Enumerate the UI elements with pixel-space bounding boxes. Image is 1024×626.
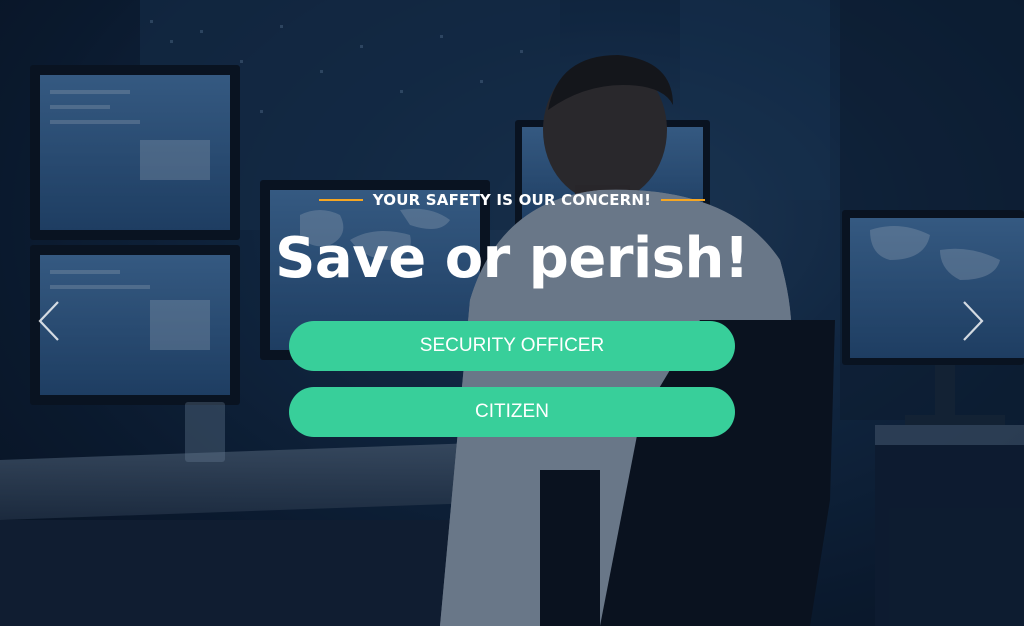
tagline-row: YOUR SAFETY IS OUR CONCERN! [0,191,1024,209]
security-officer-button-label: SECURITY OFFICER [419,335,605,356]
hero-slider: YOUR SAFETY IS OUR CONCERN! Save or peri… [0,0,1024,626]
hero-headline: Save or perish! [275,226,749,291]
tagline-right-line [661,199,706,201]
chevron-right-icon [963,301,984,341]
tagline-left-line [318,199,363,201]
tagline: YOUR SAFETY IS OUR CONCERN! [372,191,652,209]
security-officer-button[interactable]: SECURITY OFFICER [289,321,735,371]
hero-content: YOUR SAFETY IS OUR CONCERN! Save or peri… [0,0,1024,626]
citizen-button-label: CITIZEN [475,401,549,422]
chevron-left-icon [38,301,59,341]
carousel-prev-button[interactable] [34,300,64,342]
carousel-next-button[interactable] [958,300,988,342]
citizen-button[interactable]: CITIZEN [289,387,735,437]
